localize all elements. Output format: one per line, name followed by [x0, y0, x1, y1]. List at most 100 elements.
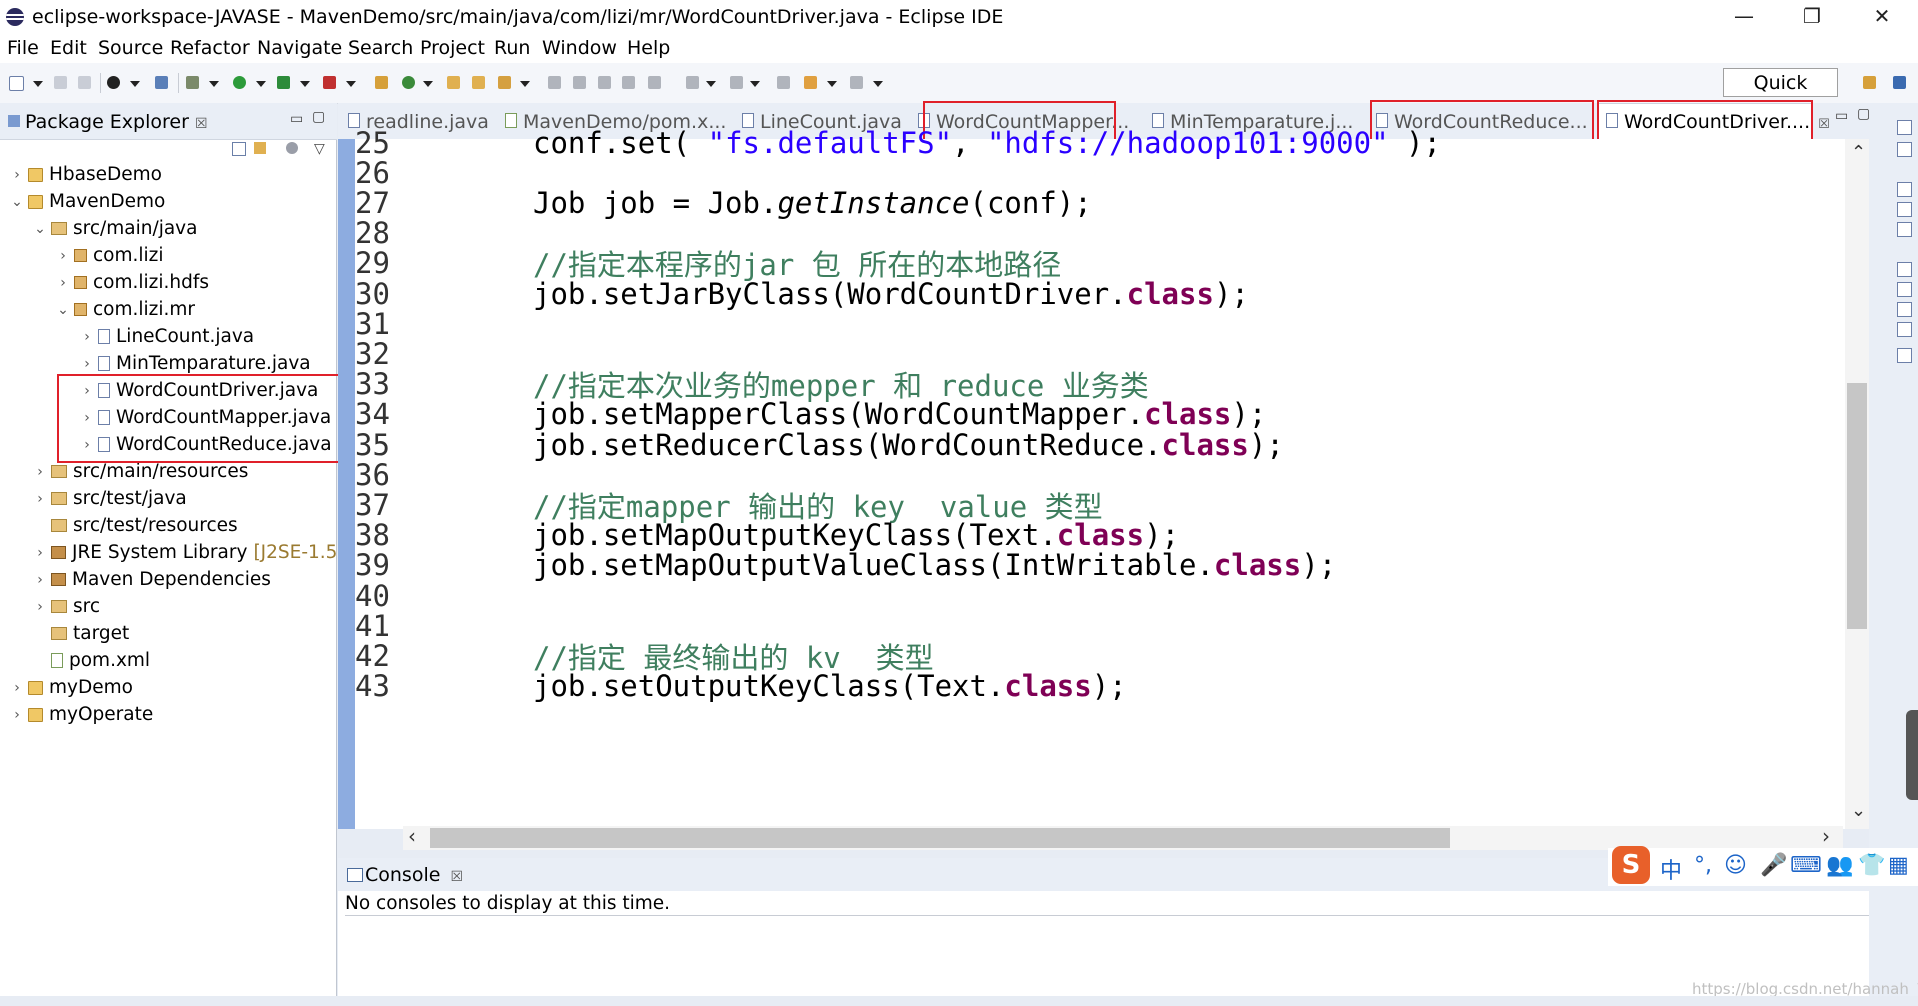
skip-breakpoints-icon[interactable] — [107, 76, 120, 89]
next-annotation-icon[interactable] — [686, 76, 699, 89]
maximize-button[interactable]: ❐ — [1782, 0, 1842, 33]
toolbox-icon[interactable]: ▦ — [1888, 853, 1909, 878]
minimize-editor-icon[interactable]: ▭ — [1835, 108, 1848, 124]
new-icon[interactable] — [9, 76, 24, 91]
open-perspective-icon[interactable] — [1863, 76, 1876, 89]
save-icon[interactable] — [54, 76, 67, 89]
external-tools-dropdown-icon[interactable] — [346, 81, 356, 87]
close-console-icon[interactable]: ☒ — [450, 869, 463, 885]
new-dropdown-icon[interactable] — [33, 81, 43, 87]
chevron-icon[interactable]: › — [56, 248, 70, 264]
close-view-icon[interactable]: ☒ — [195, 116, 208, 132]
run-icon[interactable] — [233, 76, 246, 89]
scroll-down-icon[interactable]: ⌄ — [1851, 800, 1866, 821]
tree-item[interactable]: ⌄ MavenDemo — [10, 188, 165, 215]
previous-annotation-icon[interactable] — [730, 76, 743, 89]
user-icon[interactable]: 👥 — [1826, 853, 1853, 878]
console-tab[interactable]: Console ☒ — [365, 864, 463, 886]
progress-icon[interactable] — [1897, 348, 1912, 363]
chevron-icon[interactable]: › — [10, 680, 24, 696]
vertical-scroll-thumb[interactable] — [1847, 383, 1867, 629]
debug-dropdown-icon[interactable] — [209, 81, 219, 87]
tree-item[interactable]: › HbaseDemo — [10, 161, 162, 188]
filters-icon[interactable] — [286, 142, 298, 154]
horizontal-scroll-thumb[interactable] — [430, 828, 1450, 848]
maximize-view-icon[interactable]: ▢ — [312, 109, 325, 125]
javadoc-icon[interactable] — [1897, 302, 1912, 317]
tree-item[interactable]: › LineCount.java — [80, 323, 254, 350]
toggle-breakpoint-icon[interactable] — [155, 76, 168, 89]
java-perspective-icon[interactable] — [1893, 76, 1906, 89]
tree-item[interactable]: ⌄ com.lizi.mr — [56, 296, 195, 323]
save-all-icon[interactable] — [78, 76, 91, 89]
forward-dropdown-icon[interactable] — [873, 81, 883, 87]
run-dropdown-icon[interactable] — [256, 81, 266, 87]
external-tools-icon[interactable] — [323, 76, 336, 89]
menu-edit[interactable]: Edit — [50, 37, 87, 59]
scroll-right-icon[interactable]: › — [1822, 824, 1830, 848]
chevron-icon[interactable]: › — [10, 707, 24, 723]
ime-punctuation[interactable]: °, — [1694, 853, 1712, 878]
declaration-icon[interactable] — [1897, 322, 1912, 337]
outline-icon[interactable] — [1897, 202, 1912, 217]
block-selection-icon[interactable] — [622, 76, 635, 89]
chevron-icon[interactable]: › — [56, 275, 70, 291]
minimize-view-icon[interactable]: ▭ — [290, 111, 303, 127]
scroll-up-icon[interactable]: ⌃ — [1851, 142, 1866, 163]
tree-item[interactable]: › MinTemparature.java — [80, 350, 310, 377]
chevron-icon[interactable]: › — [33, 599, 47, 615]
menu-window[interactable]: Window — [542, 37, 617, 59]
tree-item[interactable]: target — [33, 620, 129, 647]
debug-icon[interactable] — [186, 76, 199, 89]
open-type-icon[interactable] — [447, 76, 460, 89]
code-line[interactable]: 43 job.setOutputKeyClass(Text. class); — [355, 668, 1127, 705]
package-explorer-title[interactable]: Package Explorer ☒ — [25, 111, 208, 133]
open-task-icon[interactable] — [472, 76, 485, 89]
chevron-icon[interactable]: › — [33, 464, 47, 480]
format-icon[interactable] — [573, 76, 586, 89]
menu-refactor[interactable]: Refactor — [170, 37, 250, 59]
tree-item[interactable]: › JRE System Library [J2SE-1.5] — [33, 539, 344, 566]
previous-annotation-dropdown-icon[interactable] — [750, 81, 760, 87]
tree-item[interactable]: pom.xml — [33, 647, 150, 674]
skin-icon[interactable]: 👕 — [1858, 853, 1885, 878]
close-tab-icon[interactable]: ☒ — [1818, 117, 1830, 132]
tree-item[interactable]: › src — [33, 593, 100, 620]
collapse-all-icon[interactable] — [232, 142, 246, 156]
skip-dropdown-icon[interactable] — [130, 81, 140, 87]
menu-search[interactable]: Search — [348, 37, 413, 59]
problems-icon[interactable] — [1897, 282, 1912, 297]
tree-item[interactable]: src/test/resources — [33, 512, 238, 539]
search-icon[interactable] — [498, 76, 511, 89]
quick-access-field[interactable]: Quick Access — [1723, 68, 1838, 123]
ime-mode-chinese[interactable]: 中 — [1660, 853, 1682, 885]
back-icon[interactable] — [804, 76, 817, 89]
view-menu-icon[interactable]: ▽ — [314, 141, 325, 157]
menu-file[interactable]: File — [7, 37, 39, 59]
chevron-icon[interactable]: › — [33, 572, 47, 588]
close-button[interactable]: ✕ — [1852, 0, 1912, 33]
sogou-logo-icon[interactable]: S — [1612, 846, 1650, 884]
chevron-icon[interactable]: ⌄ — [56, 302, 70, 318]
chevron-icon[interactable]: ⌄ — [10, 194, 24, 210]
minimize-button[interactable]: — — [1714, 0, 1774, 33]
tree-item[interactable]: › myDemo — [10, 674, 133, 701]
keyboard-icon[interactable]: ⌨ — [1790, 853, 1822, 878]
microphone-icon[interactable]: 🎤 — [1760, 853, 1787, 878]
task-list-icon[interactable] — [1897, 142, 1912, 157]
scroll-left-icon[interactable]: ‹ — [408, 824, 416, 848]
back-dropdown-icon[interactable] — [827, 81, 837, 87]
annotation-icon[interactable] — [548, 76, 561, 89]
next-annotation-dropdown-icon[interactable] — [706, 81, 716, 87]
menu-source[interactable]: Source — [98, 37, 163, 59]
menu-project[interactable]: Project — [420, 37, 485, 59]
tree-item[interactable]: › com.lizi.hdfs — [56, 269, 209, 296]
chevron-icon[interactable]: ⌄ — [33, 221, 47, 237]
new-java-project-icon[interactable] — [375, 76, 388, 89]
new-class-dropdown-icon[interactable] — [423, 81, 433, 87]
toggle-mark-icon[interactable] — [598, 76, 611, 89]
tree-item[interactable]: › myOperate — [10, 701, 153, 728]
tree-item[interactable]: › com.lizi — [56, 242, 163, 269]
restore-view-icon[interactable] — [1897, 262, 1912, 277]
coverage-icon[interactable] — [277, 76, 290, 89]
